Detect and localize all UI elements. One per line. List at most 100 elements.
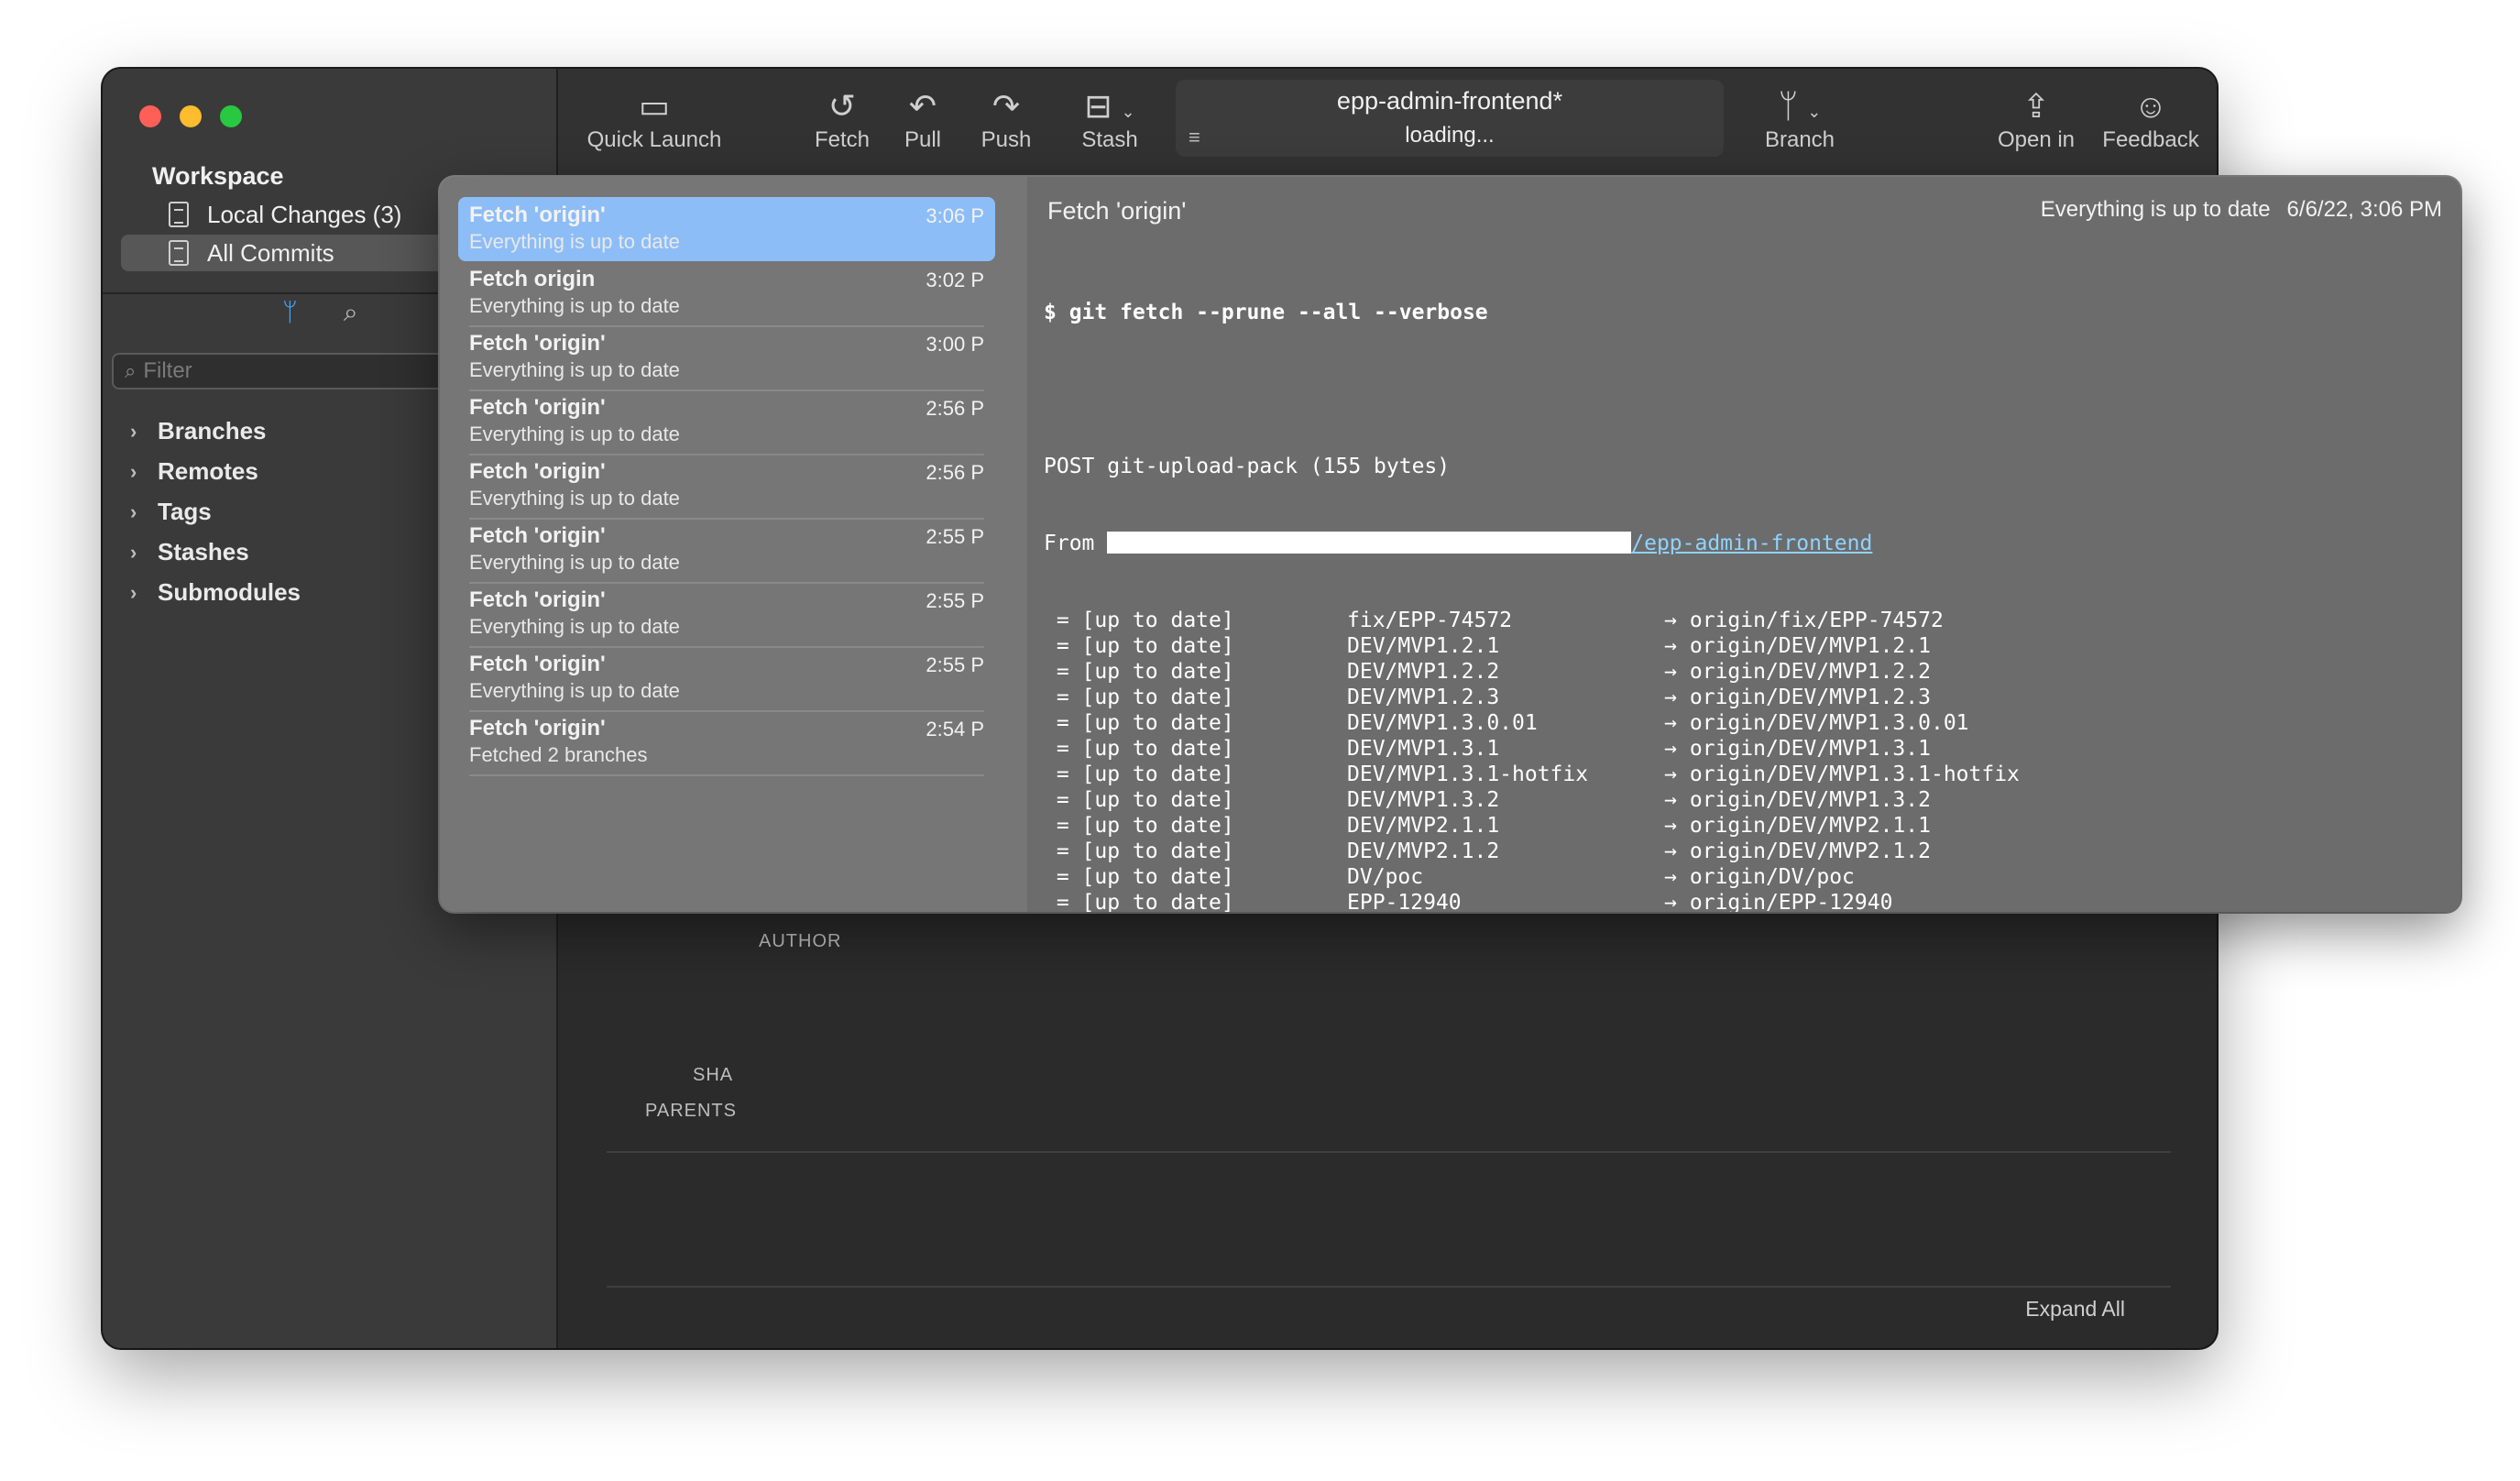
search-icon[interactable]: ⌕: [344, 298, 358, 328]
entry-title: Fetch 'origin': [469, 587, 606, 612]
from-prefix: From: [1044, 532, 1108, 555]
tree-item-label: Remotes: [158, 457, 258, 485]
entry-subtitle: Fetched 2 branches: [469, 743, 648, 766]
ref-status: = [up to date]: [1044, 891, 1234, 912]
ref-row: = [up to date] DEV/MVP1.2.2 → origin/DEV/…: [1044, 659, 2460, 685]
ref-status: = [up to date]: [1044, 737, 1234, 761]
share-icon: ⇪: [2021, 87, 2051, 125]
zoom-window-button[interactable]: [220, 105, 242, 127]
minimize-window-button[interactable]: [180, 105, 202, 127]
entry-title: Fetch 'origin': [469, 716, 606, 740]
activity-popover: Fetch 'origin' 3:06 P Everything is up t…: [440, 177, 2460, 912]
ref-mapping: DEV/MVP1.2.1 → origin/DEV/MVP1.2.1: [1347, 634, 1931, 658]
activity-entry[interactable]: Fetch 'origin' 3:06 P Everything is up t…: [458, 197, 995, 261]
ref-mapping: DEV/MVP1.3.1-hotfix → origin/DEV/MVP1.3.…: [1347, 762, 2020, 786]
chevron-right-icon: ›: [130, 580, 137, 604]
ref-status: = [up to date]: [1044, 609, 1234, 632]
entry-subtitle: Everything is up to date: [469, 679, 680, 702]
parents-label: PARENTS: [645, 1101, 737, 1121]
tree-item-tags[interactable]: › Tags: [130, 498, 212, 526]
activity-detail-status: Everything is up to date 6/6/22, 3:06 PM: [2041, 197, 2442, 223]
tree-item-remotes[interactable]: › Remotes: [130, 457, 258, 486]
remote-link[interactable]: /epp-admin-frontend: [1631, 532, 1872, 555]
git-output: $ git fetch --prune --all --verbose POST…: [1044, 248, 2460, 912]
ref-status: = [up to date]: [1044, 839, 1234, 863]
sidebar-item-label: All Commits: [207, 238, 334, 267]
activity-entry[interactable]: Fetch 'origin' 2:55 P Everything is up t…: [458, 582, 995, 648]
entry-divider: [469, 774, 984, 776]
filter-input[interactable]: ⌕ Filter: [112, 353, 497, 389]
ref-mapping: DEV/MVP2.1.1 → origin/DEV/MVP2.1.1: [1347, 814, 1931, 838]
activity-entry[interactable]: Fetch 'origin' 2:56 P Everything is up t…: [458, 389, 995, 455]
pull-label: Pull: [904, 127, 942, 152]
activity-list: Fetch 'origin' 3:06 P Everything is up t…: [440, 177, 1029, 912]
activity-entry[interactable]: Fetch origin 3:02 P Everything is up to …: [458, 261, 995, 327]
fetch-button[interactable]: ↺ Fetch: [801, 85, 883, 153]
branch-button[interactable]: ᛘ ⌄ Branch: [1749, 85, 1850, 153]
feedback-label: Feedback: [2102, 127, 2199, 152]
fetch-icon: ↺: [827, 87, 857, 125]
entry-title: Fetch 'origin': [469, 395, 606, 420]
ref-mapping: DEV/MVP1.3.1 → origin/DEV/MVP1.3.1: [1347, 737, 1931, 761]
open-in-button[interactable]: ⇪ Open in: [1990, 85, 2082, 153]
ref-row: = [up to date] EPP-12940 → origin/EPP-129…: [1044, 890, 2460, 912]
workspace-title: Workspace: [152, 162, 284, 190]
ref-row: = [up to date] DEV/MVP2.1.1 → origin/DEV/…: [1044, 813, 2460, 839]
stash-button[interactable]: ⊟ ⌄ Stash: [1064, 85, 1156, 153]
tree-item-submodules[interactable]: › Submodules: [130, 578, 301, 607]
tree-item-label: Submodules: [158, 578, 301, 606]
ref-mapping: DEV/MVP1.2.2 → origin/DEV/MVP1.2.2: [1347, 660, 1931, 684]
entry-subtitle: Everything is up to date: [469, 487, 680, 510]
ref-status: = [up to date]: [1044, 634, 1234, 658]
ref-row: = [up to date] DEV/MVP1.2.3 → origin/DEV/…: [1044, 685, 2460, 710]
entry-title: Fetch 'origin': [469, 523, 606, 548]
quick-launch-button[interactable]: ▭ Quick Launch: [586, 85, 723, 153]
entry-subtitle: Everything is up to date: [469, 615, 680, 638]
entry-subtitle: Everything is up to date: [469, 551, 680, 574]
branch-label: Branch: [1764, 127, 1835, 152]
author-label: AUTHOR: [759, 931, 842, 951]
repository-name: epp-admin-frontend*: [1336, 87, 1563, 115]
activity-entry[interactable]: Fetch 'origin' 2:55 P Everything is up t…: [458, 518, 995, 584]
tree-item-branches[interactable]: › Branches: [130, 417, 267, 445]
window-controls: [139, 105, 242, 127]
activity-entry[interactable]: Fetch 'origin' 3:00 P Everything is up t…: [458, 325, 995, 391]
close-window-button[interactable]: [139, 105, 161, 127]
entry-time: 3:00 P: [926, 333, 984, 356]
ref-mapping: DEV/MVP1.3.0.01 → origin/DEV/MVP1.3.0.01: [1347, 711, 1969, 735]
ref-row: = [up to date] DEV/MVP2.1.2 → origin/DEV/…: [1044, 839, 2460, 864]
entry-time: 2:55 P: [926, 653, 984, 676]
branch-icon[interactable]: ᛘ: [282, 298, 298, 328]
smiley-icon: ☺: [2133, 87, 2168, 125]
activity-log-icon[interactable]: ≡: [1189, 126, 1200, 149]
ref-row: = [up to date] DEV/MVP1.3.1 → origin/DEV/…: [1044, 736, 2460, 762]
ref-mapping: DEV/MVP2.1.2 → origin/DEV/MVP2.1.2: [1347, 839, 1931, 863]
entry-time: 2:55 P: [926, 589, 984, 612]
filter-placeholder: Filter: [143, 358, 192, 383]
activity-entry[interactable]: Fetch 'origin' 2:54 P Fetched 2 branches: [458, 710, 995, 776]
activity-entry[interactable]: Fetch 'origin' 2:56 P Everything is up t…: [458, 454, 995, 520]
ref-list: = [up to date] fix/EPP-74572 → origin/fix…: [1044, 608, 2460, 912]
repository-title-box[interactable]: epp-admin-frontend* loading... ≡: [1176, 80, 1724, 157]
pull-button[interactable]: ↶ Pull: [886, 85, 959, 153]
ref-mapping: fix/EPP-74572 → origin/fix/EPP-74572: [1347, 609, 1944, 632]
tree-item-stashes[interactable]: › Stashes: [130, 538, 249, 566]
activity-detail: Fetch 'origin' Everything is up to date 6…: [1029, 177, 2460, 912]
magnifier-icon: ⌕: [125, 359, 137, 382]
sidebar-mode-switcher: ᛘ ⌕: [282, 298, 358, 328]
open-in-label: Open in: [1997, 127, 2076, 152]
feedback-button[interactable]: ☺ Feedback: [2096, 85, 2206, 153]
ref-row: = [up to date] DV/poc → origin/DV/poc: [1044, 864, 2460, 890]
entry-title: Fetch 'origin': [469, 331, 606, 356]
expand-all-button[interactable]: Expand All: [2025, 1297, 2125, 1322]
chevron-right-icon: ›: [130, 419, 137, 443]
ref-status: = [up to date]: [1044, 865, 1234, 889]
stash-icon: ⊟ ⌄: [1084, 87, 1135, 125]
entry-title: Fetch 'origin': [469, 459, 606, 484]
ref-status: = [up to date]: [1044, 711, 1234, 735]
push-button[interactable]: ↷ Push: [970, 85, 1043, 153]
activity-entry[interactable]: Fetch 'origin' 2:55 P Everything is up t…: [458, 646, 995, 712]
folder-icon: ▭: [638, 87, 670, 125]
details-divider: [607, 1286, 2171, 1288]
